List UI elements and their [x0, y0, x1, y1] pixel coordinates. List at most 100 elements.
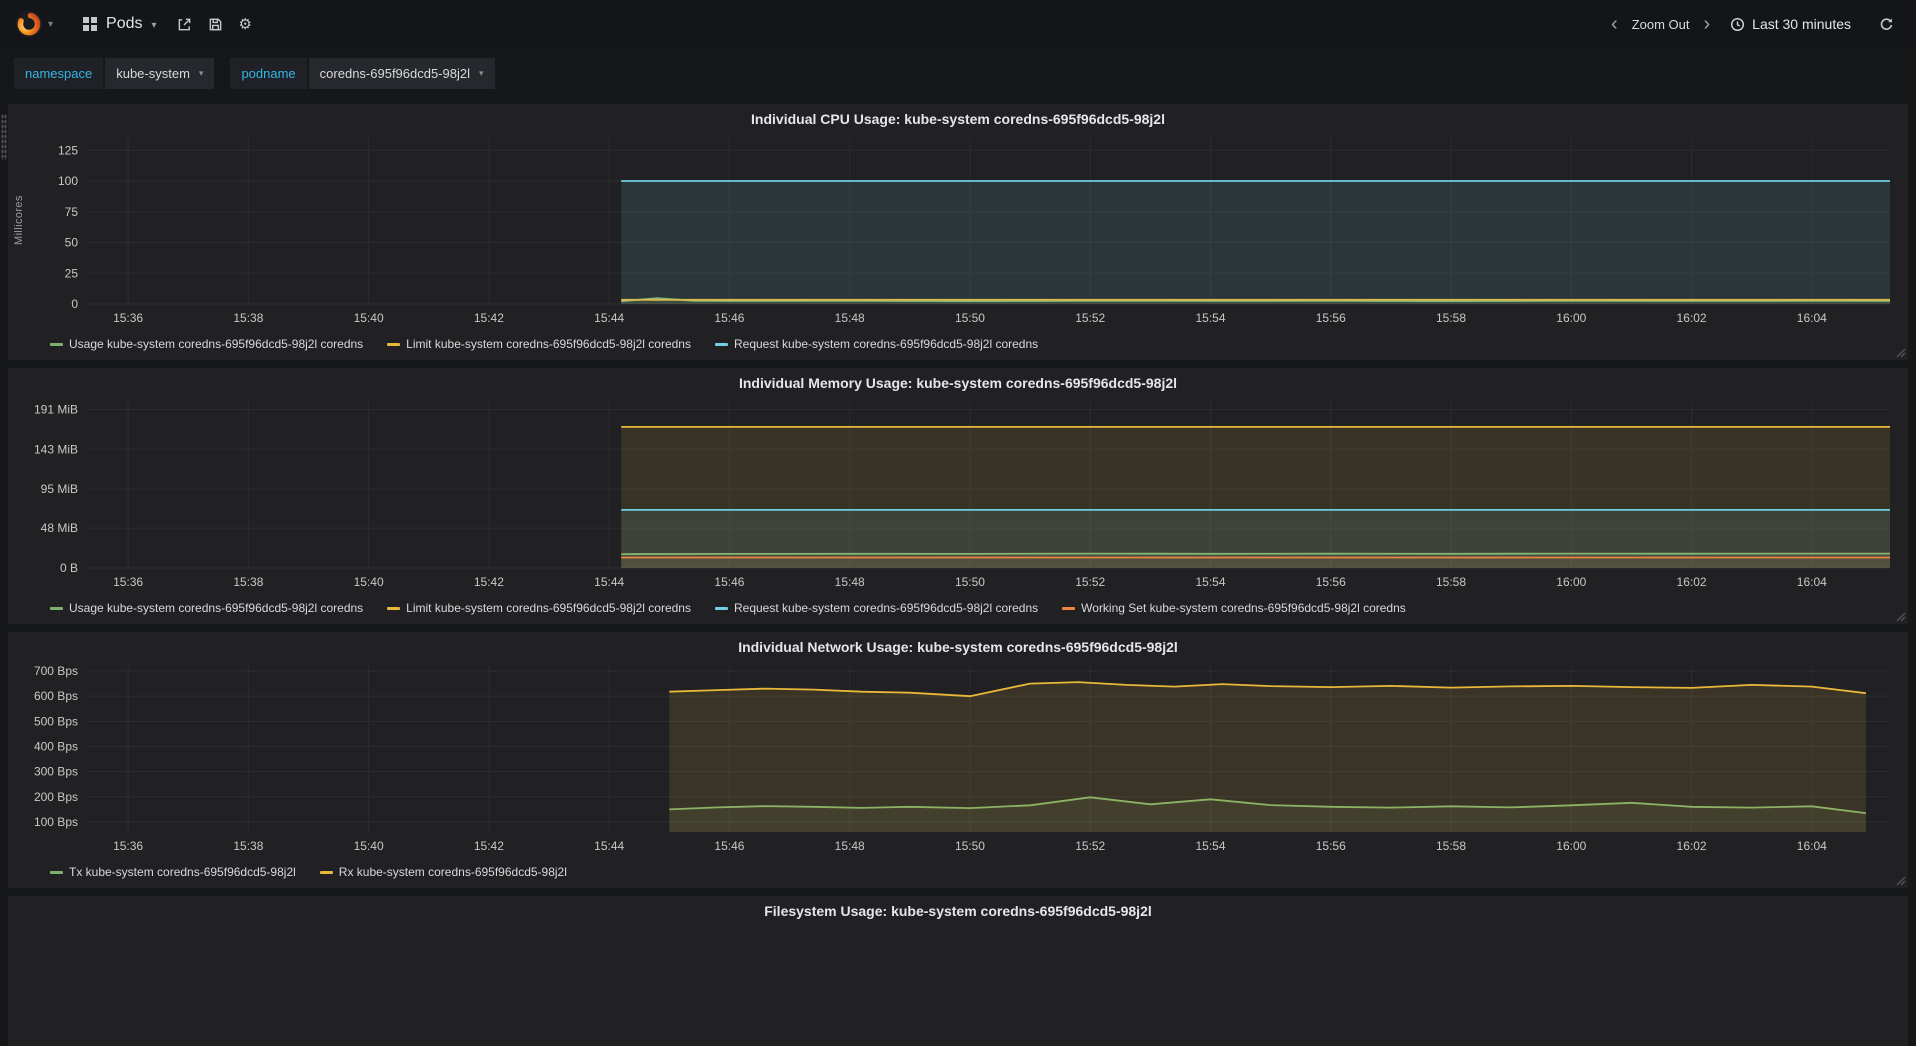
legend-label: Limit kube-system coredns-695f96dcd5-98j… — [406, 337, 691, 351]
row-drag-handle[interactable] — [1, 114, 7, 160]
variable-namespace: namespace kube-system ▾ — [14, 57, 215, 89]
chart-area: 15:36 15:38 15:40 15:42 15:44 15:46 15:48 15:50… — [16, 396, 1900, 596]
x-tick-label: 16:02 — [1677, 575, 1707, 589]
series-color-dash — [319, 870, 333, 874]
legend-item[interactable]: Tx kube-system coredns-695f96dcd5-98j2l — [50, 865, 296, 879]
series-fill — [669, 682, 1866, 832]
chart-area: 15:36 15:38 15:40 15:42 15:44 15:46 15:48 15:50… — [16, 660, 1900, 860]
chart-area: Millicores 15:36 15:38 15:40 15:42 15:44 15:4… — [13, 132, 1900, 332]
legend-item[interactable]: Usage kube-system coredns-695f96dcd5-98j… — [50, 601, 363, 615]
panel-title[interactable]: Individual Network Usage: kube-system co… — [16, 636, 1900, 660]
series-color-dash — [50, 342, 63, 346]
y-tick-label: 700 Bps — [34, 664, 78, 678]
panel-resize-handle[interactable] — [1894, 346, 1906, 358]
x-tick-label: 15:50 — [955, 311, 985, 325]
variable-value-dropdown[interactable]: kube-system ▾ — [105, 57, 215, 89]
share-button[interactable] — [169, 11, 200, 38]
panel-resize-handle[interactable] — [1894, 610, 1906, 622]
dashboard-title: Pods — [106, 15, 143, 32]
chevron-right-icon: › — [1703, 13, 1711, 35]
x-tick-label: 15:56 — [1316, 575, 1346, 589]
x-tick-label: 15:36 — [113, 575, 143, 589]
panel-title[interactable]: Individual CPU Usage: kube-system coredn… — [16, 108, 1900, 132]
legend-label: Tx kube-system coredns-695f96dcd5-98j2l — [69, 865, 296, 879]
grafana-logo-icon — [15, 10, 43, 38]
x-tick-label: 15:54 — [1195, 575, 1225, 589]
x-tick-label: 15:50 — [955, 575, 985, 589]
variable-value-dropdown[interactable]: coredns-695f96dcd5-98j2l ▾ — [308, 57, 495, 89]
y-tick-label: 300 Bps — [34, 765, 78, 779]
x-tick-label: 15:38 — [233, 311, 263, 325]
legend-item[interactable]: Limit kube-system coredns-695f96dcd5-98j… — [387, 337, 691, 351]
y-axis-label: Millicores — [13, 195, 25, 245]
save-button[interactable] — [200, 11, 231, 38]
x-tick-label: 15:46 — [714, 311, 744, 325]
network-usage-chart[interactable]: 15:36 15:38 15:40 15:42 15:44 15:46 15:48 15:50… — [16, 660, 1900, 860]
legend-label: Usage kube-system coredns-695f96dcd5-98j… — [69, 337, 364, 351]
chevron-left-icon: ‹ — [1611, 13, 1618, 35]
series-color-dash — [50, 870, 63, 874]
legend-label: Usage kube-system coredns-695f96dcd5-98j… — [69, 601, 364, 615]
x-tick-label: 15:58 — [1436, 839, 1466, 853]
x-tick-label: 15:38 — [233, 575, 263, 589]
legend-label: Working Set kube-system coredns-695f96dc… — [1081, 601, 1406, 615]
time-range-picker[interactable]: Last 30 minutes — [1720, 12, 1861, 36]
y-tick-label: 600 Bps — [34, 689, 78, 703]
legend-label: Limit kube-system coredns-695f96dcd5-98j… — [406, 601, 691, 615]
x-tick-label: 15:44 — [594, 311, 624, 325]
save-icon — [209, 18, 221, 30]
x-tick-label: 15:50 — [955, 839, 985, 853]
legend-item[interactable]: Usage kube-system coredns-695f96dcd5-98j… — [50, 337, 363, 351]
series-color-dash — [387, 342, 401, 346]
y-tick-label: 125 — [58, 143, 78, 157]
series-color-dash — [50, 606, 63, 610]
x-tick-label: 15:46 — [714, 575, 744, 589]
caret-down-icon: ▾ — [198, 67, 204, 78]
x-tick-label: 16:00 — [1556, 575, 1586, 589]
org-menu-button[interactable]: ▾ — [14, 9, 53, 39]
legend: Usage kube-system coredns-695f96dcd5-98j… — [16, 332, 1900, 356]
x-tick-label: 15:42 — [474, 311, 504, 325]
variable-podname: podname coredns-695f96dcd5-98j2l ▾ — [230, 57, 495, 89]
x-tick-label: 15:56 — [1316, 311, 1346, 325]
legend-label: Rx kube-system coredns-695f96dcd5-98j2l — [338, 865, 567, 879]
time-range-label: Last 30 minutes — [1752, 16, 1851, 32]
y-tick-label: 200 Bps — [34, 790, 78, 804]
cpu-usage-chart[interactable]: 15:36 15:38 15:40 15:42 15:44 15:46 15:48 15:50… — [16, 132, 1900, 332]
panel-title[interactable]: Individual Memory Usage: kube-system cor… — [16, 372, 1900, 396]
settings-button[interactable]: ⚙ — [231, 9, 260, 39]
dashboard-picker[interactable]: Pods ▾ — [71, 15, 169, 33]
variable-label: podname — [230, 57, 307, 89]
panel-filesystem-usage: Filesystem Usage: kube-system coredns-69… — [8, 896, 1908, 1046]
legend-item[interactable]: Limit kube-system coredns-695f96dcd5-98j… — [387, 601, 691, 615]
x-tick-label: 15:42 — [474, 839, 504, 853]
panel-title[interactable]: Filesystem Usage: kube-system coredns-69… — [16, 900, 1900, 924]
legend-item[interactable]: Rx kube-system coredns-695f96dcd5-98j2l — [319, 865, 567, 879]
y-tick-label: 143 MiB — [34, 442, 78, 456]
y-tick-label: 500 Bps — [34, 714, 78, 728]
x-tick-label: 16:00 — [1556, 311, 1586, 325]
zoom-out-button[interactable]: Zoom Out — [1628, 15, 1694, 34]
y-tick-label: 100 Bps — [34, 815, 78, 829]
x-tick-label: 15:52 — [1075, 575, 1105, 589]
legend-item[interactable]: Request kube-system coredns-695f96dcd5-9… — [714, 337, 1038, 351]
x-tick-label: 16:04 — [1797, 575, 1827, 589]
panel-resize-handle[interactable] — [1894, 874, 1906, 886]
legend: Tx kube-system coredns-695f96dcd5-98j2l … — [16, 860, 1900, 884]
navbar-left: ▾ Pods ▾ ⚙ — [14, 9, 260, 39]
x-tick-label: 15:46 — [714, 839, 744, 853]
series-color-dash — [714, 342, 728, 346]
caret-down-icon: ▾ — [151, 19, 157, 31]
refresh-button[interactable] — [1871, 11, 1902, 38]
legend-item[interactable]: Working Set kube-system coredns-695f96dc… — [1062, 601, 1406, 615]
x-tick-label: 15:40 — [354, 311, 384, 325]
x-tick-label: 15:54 — [1195, 311, 1225, 325]
legend-item[interactable]: Request kube-system coredns-695f96dcd5-9… — [714, 601, 1038, 615]
time-shift-back-button[interactable]: ‹ — [1605, 12, 1624, 36]
memory-usage-chart[interactable]: 15:36 15:38 15:40 15:42 15:44 15:46 15:48 15:50… — [16, 396, 1900, 596]
time-shift-forward-button[interactable]: › — [1697, 12, 1716, 36]
navbar-right: ‹ Zoom Out › Last 30 minutes — [1605, 11, 1902, 38]
x-tick-label: 16:02 — [1677, 311, 1707, 325]
x-tick-label: 16:02 — [1677, 839, 1707, 853]
x-tick-label: 15:40 — [354, 839, 384, 853]
